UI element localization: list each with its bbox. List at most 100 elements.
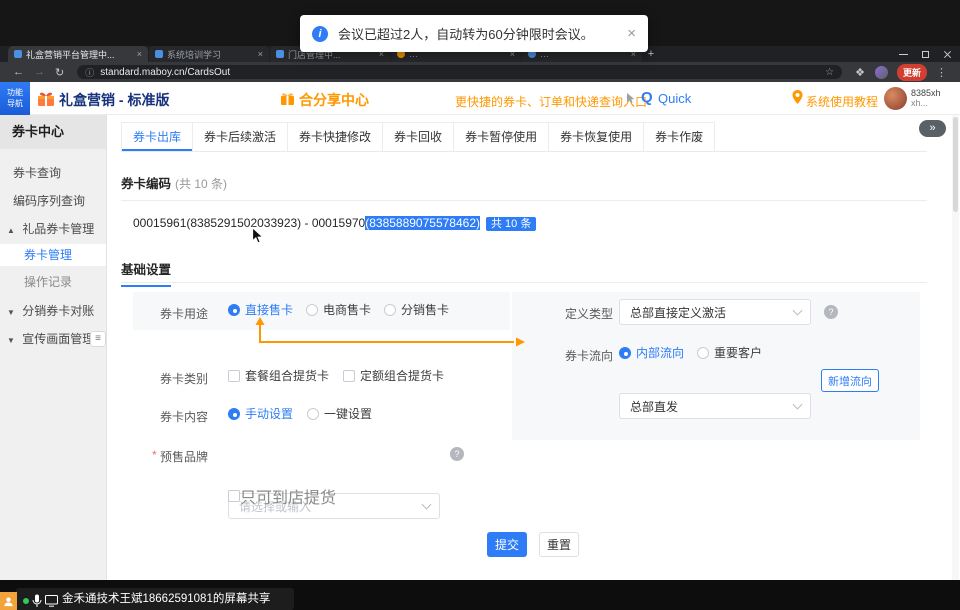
browser-tab-gift-marketing[interactable]: 礼盒营销平台管理中... ×: [8, 46, 148, 62]
site-info-icon[interactable]: ⓘ: [85, 66, 94, 79]
required-asterisk: *: [152, 448, 157, 462]
flow-select[interactable]: 总部直发: [619, 393, 811, 419]
sidebar-item-card-query[interactable]: 券卡查询: [0, 162, 106, 184]
card-code-range: 00015961(8385291502033923) - 00015970(83…: [133, 215, 536, 231]
extensions-icon[interactable]: ❖: [855, 66, 865, 79]
checkbox-label: 只可到店提货: [240, 484, 336, 508]
codes-title-text: 券卡编码: [121, 177, 171, 191]
cursor-hint-icon: [626, 92, 636, 104]
chevron-down-icon: [422, 500, 432, 510]
reset-button[interactable]: 重置: [539, 532, 579, 557]
flow-label: 券卡流向: [565, 347, 613, 364]
codes-count: (共 10 条): [175, 177, 227, 191]
quick-logo: Q: [641, 89, 653, 106]
checkbox-icon: [228, 370, 240, 382]
sidebar-item-code-sequence-query[interactable]: 编码序列查询: [0, 190, 106, 212]
browser-tab-training[interactable]: 系统培训学习 ×: [149, 46, 269, 62]
tab-close-icon[interactable]: ×: [258, 49, 263, 59]
nav-toggle-line1: 功能: [7, 88, 23, 99]
radio-option-important-customer[interactable]: 重要客户: [697, 344, 762, 361]
flow-options: 内部流向 重要客户: [619, 344, 762, 361]
checkbox-store-pickup-only[interactable]: 只可到店提货: [228, 484, 336, 508]
window-close-button[interactable]: [943, 50, 952, 59]
tab-cards-out[interactable]: 券卡出库: [121, 122, 193, 151]
category-label: 券卡类别: [160, 370, 208, 387]
sidebar-collapse-button[interactable]: ≡: [90, 331, 106, 347]
scrollbar[interactable]: [952, 115, 959, 580]
quick-link[interactable]: Quick: [658, 91, 691, 106]
chevron-down-icon: [793, 400, 803, 410]
checkbox-option-package-combo-card[interactable]: 套餐组合提货卡: [228, 367, 329, 384]
user-avatar[interactable]: [884, 87, 907, 110]
info-icon: i: [312, 26, 328, 42]
radio-icon: [228, 304, 240, 316]
nav-toggle-line2: 导航: [7, 99, 23, 110]
microphone-icon: [32, 594, 42, 608]
sidebar-item-label: 券卡查询: [13, 166, 61, 180]
back-button[interactable]: ←: [13, 66, 24, 78]
collapse-arrow-icon: ▼: [7, 308, 15, 317]
window-controls: [899, 46, 952, 62]
tab-card-activation[interactable]: 券卡后续激活: [192, 122, 288, 151]
content-mode-options: 手动设置 一键设置: [228, 405, 372, 422]
sidebar-item-label: 编码序列查询: [13, 194, 85, 208]
collapse-arrow-icon: ▲: [7, 226, 15, 235]
define-type-help-icon[interactable]: ?: [824, 305, 838, 319]
sidebar-group-distribution-reconciliation[interactable]: ▼ 分销券卡对账: [0, 300, 106, 322]
meeting-toast: i 会议已超过2人，自动转为60分钟限时会议。 ×: [300, 15, 648, 52]
screen: 礼盒营销平台管理中... × 系统培训学习 × 门店管理中... × … × ……: [0, 0, 960, 610]
screen-share-icon: [45, 595, 58, 607]
scrollbar-thumb[interactable]: [953, 117, 958, 212]
address-bar[interactable]: ⓘ standard.maboy.cn/CardsOut ☆: [77, 65, 842, 79]
browser-menu-icon[interactable]: ⋮: [936, 66, 947, 79]
share-center-link[interactable]: 合分享中心: [299, 90, 369, 110]
checkbox-option-fixed-amount-combo-card[interactable]: 定额组合提货卡: [343, 367, 444, 384]
sidebar-item-operation-records[interactable]: 操作记录: [0, 271, 106, 293]
function-nav-toggle[interactable]: 功能 导航: [0, 82, 30, 115]
tab-card-void[interactable]: 券卡作废: [643, 122, 715, 151]
toast-text: 会议已超过2人，自动转为60分钟限时会议。: [338, 24, 594, 43]
user-sub: xh...: [911, 98, 928, 108]
toast-close-icon[interactable]: ×: [627, 25, 636, 42]
radio-icon: [619, 347, 631, 359]
code-selected-text: (8385889075578462): [365, 216, 480, 230]
radio-option-one-click-setup[interactable]: 一键设置: [307, 405, 372, 422]
tab-close-icon[interactable]: ×: [137, 49, 142, 59]
panel-collapse-button[interactable]: »: [919, 120, 946, 137]
browser-profile-avatar[interactable]: [875, 66, 888, 79]
brand-label: 预售品牌: [160, 448, 208, 465]
tab-favicon: [155, 50, 163, 58]
tab-card-resume[interactable]: 券卡恢复使用: [548, 122, 644, 151]
tab-favicon: [14, 50, 22, 58]
sidebar-item-card-management[interactable]: 券卡管理: [0, 244, 106, 266]
window-maximize-button[interactable]: [922, 51, 929, 58]
define-type-select[interactable]: 总部直接定义激活: [619, 299, 811, 325]
quick-entry-tip[interactable]: 更快捷的券卡、订单和快递查询入口: [455, 93, 647, 110]
radio-icon: [384, 304, 396, 316]
brand-gift-icon: [37, 90, 55, 107]
submit-button[interactable]: 提交: [487, 532, 527, 557]
screen-share-text: 金禾通技术王斌18662591081的屏幕共享: [62, 590, 270, 609]
collapse-arrow-icon: ▼: [7, 336, 15, 345]
bookmark-star-icon[interactable]: ☆: [825, 67, 834, 78]
browser-update-button[interactable]: 更新: [897, 64, 927, 81]
tab-card-pause[interactable]: 券卡暂停使用: [453, 122, 549, 151]
radio-option-manual-setup[interactable]: 手动设置: [228, 405, 293, 422]
radio-icon: [697, 347, 709, 359]
add-flow-button[interactable]: 新增流向: [821, 369, 879, 392]
sidebar-item-label: 操作记录: [24, 275, 72, 289]
sidebar-group-gift-card-management[interactable]: ▲ 礼品券卡管理: [0, 218, 106, 240]
brand-help-icon[interactable]: ?: [450, 447, 464, 461]
tab-card-quick-edit[interactable]: 券卡快捷修改: [287, 122, 383, 151]
tutorial-link[interactable]: 系统使用教程: [806, 93, 878, 110]
tab-card-recycle[interactable]: 券卡回收: [382, 122, 454, 151]
divider: [121, 200, 927, 201]
chevron-down-icon: [793, 306, 803, 316]
forward-button[interactable]: →: [34, 66, 45, 78]
meeting-user-icon: [0, 592, 17, 610]
window-minimize-button[interactable]: [899, 54, 908, 55]
radio-icon: [228, 408, 240, 420]
reload-button[interactable]: ↻: [55, 66, 64, 79]
usage-label: 券卡用途: [160, 305, 208, 322]
radio-option-internal-flow[interactable]: 内部流向: [619, 344, 684, 361]
